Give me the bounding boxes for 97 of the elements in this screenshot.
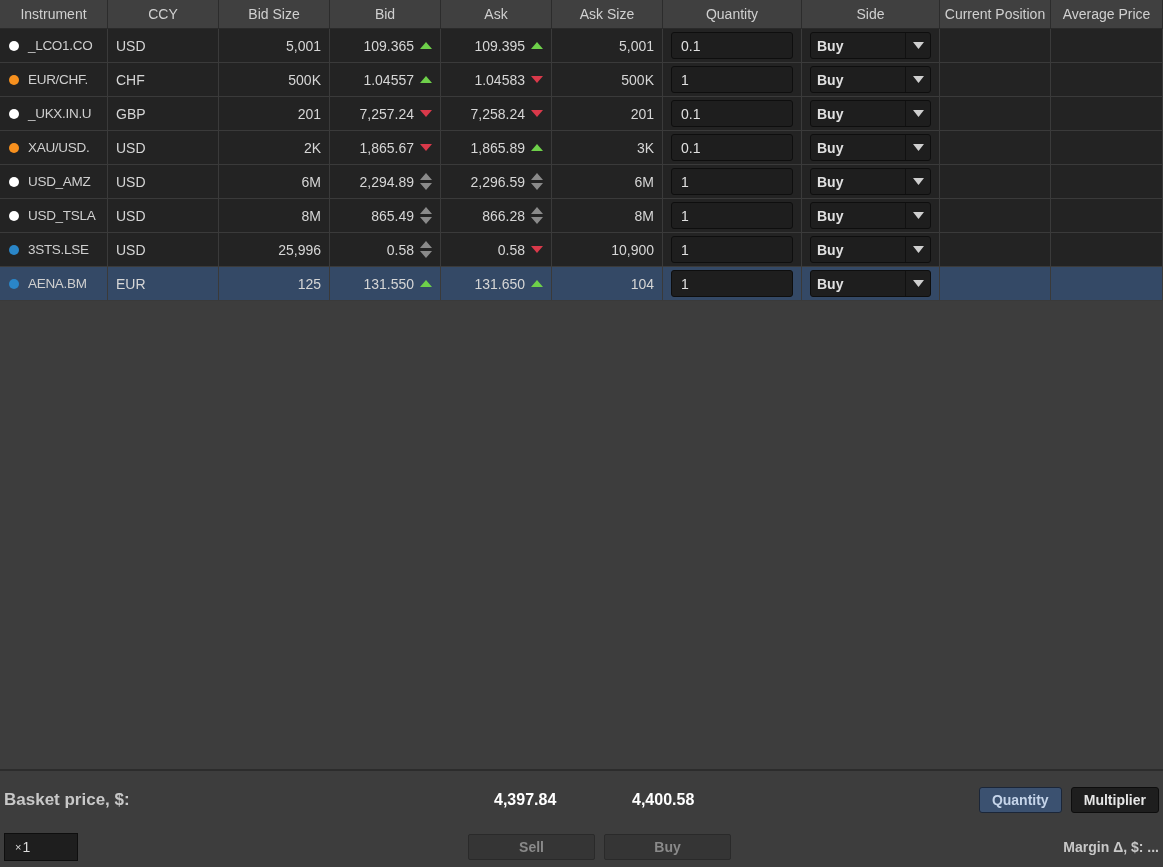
ask-size-text: 500K xyxy=(621,71,654,88)
ask-size-text: 8M xyxy=(634,207,654,224)
currency-text: USD xyxy=(116,173,146,190)
quantity-field[interactable]: 1 xyxy=(671,202,793,229)
column-header[interactable]: Quantity xyxy=(663,0,802,28)
mode-toggle-button[interactable]: Multiplier xyxy=(1070,787,1159,813)
caret-icon xyxy=(912,280,924,287)
bid-price-text: 0.58 xyxy=(386,241,414,258)
bid-price-text: 131.550 xyxy=(363,275,414,292)
side-dropdown[interactable]: Buy xyxy=(810,134,931,161)
side-dropdown[interactable]: Buy xyxy=(810,236,931,263)
bid-size-text: 5,001 xyxy=(285,37,321,54)
currency-text: USD xyxy=(116,37,146,54)
bid-price-text: 1,865.67 xyxy=(359,139,414,156)
currency-text: CHF xyxy=(116,71,145,88)
instrument-name: AENA.BM xyxy=(28,276,87,291)
ask-price-text: 109.395 xyxy=(474,37,525,54)
ask-price-text: 131.650 xyxy=(474,275,525,292)
ask-price-text: 2,296.59 xyxy=(470,173,525,190)
basket-price-label: Basket price, $: xyxy=(4,790,131,810)
column-header[interactable]: Ask Size xyxy=(552,0,663,28)
currency-text: GBP xyxy=(116,105,146,122)
side-dropdown[interactable]: Buy xyxy=(810,32,931,59)
caret-icon xyxy=(912,110,924,117)
ask-price-text: 1.04583 xyxy=(474,71,525,88)
side-dropdown[interactable]: Buy xyxy=(810,168,931,195)
quantity-field[interactable]: 1 xyxy=(671,66,793,93)
table-row[interactable]: XAU/USD. USD 2K 1,865.67 1,865.89 3K 0.1 Buy xyxy=(0,131,1163,165)
column-header[interactable]: Ask xyxy=(441,0,552,28)
currency-text: USD xyxy=(116,241,146,258)
quantity-field[interactable]: 1 xyxy=(671,168,793,195)
currency-text: EUR xyxy=(116,275,146,292)
ask-size-text: 6M xyxy=(634,173,654,190)
instrument-name: USD_AMZ xyxy=(28,174,91,189)
instrument-name: _UKX.IN.U xyxy=(28,106,92,121)
caret-icon xyxy=(912,212,924,219)
quantity-field[interactable]: 0.1 xyxy=(671,32,793,59)
currency-text: USD xyxy=(116,207,146,224)
column-header[interactable]: Current Position xyxy=(940,0,1051,28)
table-row[interactable]: 3STS.LSE USD 25,996 0.58 0.58 10,900 1 Buy xyxy=(0,233,1163,267)
caret-icon xyxy=(912,246,924,253)
bid-price-text: 109.365 xyxy=(363,37,414,54)
caret-icon xyxy=(912,76,924,83)
bid-size-text: 8M xyxy=(301,207,321,224)
instrument-name: 3STS.LSE xyxy=(28,242,89,257)
bid-price-text: 2,294.89 xyxy=(359,173,414,190)
side-dropdown[interactable]: Buy xyxy=(810,100,931,127)
instrument-name: XAU/USD. xyxy=(28,140,90,155)
bid-size-text: 25,996 xyxy=(278,241,321,258)
instrument-name: _LCO1.CO xyxy=(28,38,93,53)
caret-icon xyxy=(912,42,924,49)
table-row[interactable]: USD_TSLA USD 8M 865.49 866.28 8M 1 Buy xyxy=(0,199,1163,233)
bid-price-text: 1.04557 xyxy=(363,71,414,88)
margin-text: Margin Δ, $: ... xyxy=(1063,839,1159,855)
bid-size-text: 201 xyxy=(297,105,321,122)
mode-toggle-button[interactable]: Quantity xyxy=(978,787,1062,813)
bid-size-text: 2K xyxy=(303,139,321,156)
side-dropdown[interactable]: Buy xyxy=(810,202,931,229)
quantity-field[interactable]: 0.1 xyxy=(671,100,793,127)
column-header[interactable]: Bid Size xyxy=(219,0,330,28)
bid-size-text: 125 xyxy=(297,275,321,292)
caret-icon xyxy=(912,178,924,185)
bid-price-text: 7,257.24 xyxy=(359,105,414,122)
column-header[interactable]: Bid xyxy=(330,0,441,28)
ask-price-text: 1,865.89 xyxy=(470,139,525,156)
ask-size-text: 5,001 xyxy=(618,37,654,54)
side-dropdown[interactable]: Buy xyxy=(810,270,931,297)
column-header[interactable]: CCY xyxy=(108,0,219,28)
table-row[interactable]: AENA.BM EUR 125 131.550 131.650 104 1 Buy xyxy=(0,267,1163,301)
table-row[interactable]: _LCO1.CO USD 5,001 109.365 109.395 5,001 0.1 Buy xyxy=(0,29,1163,63)
caret-icon xyxy=(912,144,924,151)
instrument-name: EUR/CHF. xyxy=(28,72,88,87)
basket-bid-value: 4,397.84 xyxy=(494,791,558,809)
table-row[interactable]: _UKX.IN.U GBP 201 7,257.24 7,258.24 201 0.1 Buy xyxy=(0,97,1163,131)
ask-price-text: 7,258.24 xyxy=(470,105,525,122)
ask-size-text: 10,900 xyxy=(611,241,654,258)
bid-price-text: 865.49 xyxy=(371,207,414,224)
instrument-name: USD_TSLA xyxy=(28,208,96,223)
ask-size-text: 201 xyxy=(630,105,654,122)
currency-text: USD xyxy=(116,139,146,156)
ask-price-text: 866.28 xyxy=(482,207,525,224)
column-header[interactable]: Side xyxy=(802,0,940,28)
table-row[interactable]: EUR/CHF. CHF 500K 1.04557 1.04583 500K 1 Buy xyxy=(0,63,1163,97)
quantity-field[interactable]: 1 xyxy=(671,236,793,263)
bid-size-text: 6M xyxy=(301,173,321,190)
bid-size-text: 500K xyxy=(288,71,321,88)
quantity-field[interactable]: 1 xyxy=(671,270,793,297)
table-row[interactable]: USD_AMZ USD 6M 2,294.89 2,296.59 6M 1 Buy xyxy=(0,165,1163,199)
column-header[interactable]: Instrument xyxy=(0,0,108,28)
ask-size-text: 104 xyxy=(630,275,654,292)
column-header[interactable]: Average Price xyxy=(1051,0,1163,28)
ask-price-text: 0.58 xyxy=(497,241,525,258)
multiplier-field[interactable]: ×1 xyxy=(4,833,78,861)
side-dropdown[interactable]: Buy xyxy=(810,66,931,93)
ask-size-text: 3K xyxy=(636,139,654,156)
basket-ask-value: 4,400.58 xyxy=(632,791,695,809)
quantity-field[interactable]: 0.1 xyxy=(671,134,793,161)
